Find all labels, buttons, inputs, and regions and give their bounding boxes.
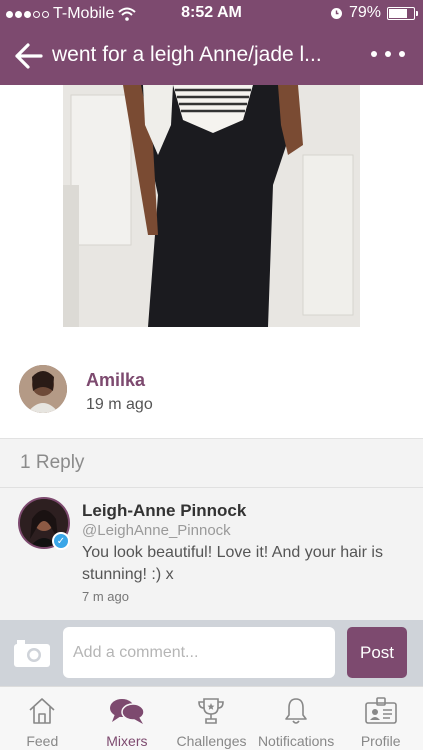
reply-author-handle[interactable]: @LeighAnne_Pinnock xyxy=(82,522,231,539)
camera-icon[interactable] xyxy=(13,638,51,668)
bell-icon xyxy=(285,698,307,724)
battery-percent: 79% xyxy=(348,4,381,21)
battery-icon xyxy=(387,6,418,20)
author-name[interactable]: Amilka xyxy=(86,370,145,391)
reply-time: 7 m ago xyxy=(82,589,129,604)
author-avatar[interactable] xyxy=(19,365,67,413)
tab-label: Notifications xyxy=(257,733,335,749)
alarm-icon xyxy=(330,7,342,19)
tab-label: Feed xyxy=(26,733,59,749)
header: T-Mobile 8:52 AM 79% went for a leigh An… xyxy=(0,0,423,85)
tab-notifications[interactable]: Notifications xyxy=(254,687,339,750)
chat-bubbles-icon xyxy=(109,699,145,724)
post-author: Amilka 19 m ago xyxy=(0,355,423,425)
tab-bar: Feed Mixers Challenges Notifications Pro… xyxy=(0,686,423,750)
nav-bar: went for a leigh Anne/jade l... xyxy=(0,30,423,82)
page-title: went for a leigh Anne/jade l... xyxy=(52,43,322,66)
reply-author-name[interactable]: Leigh-Anne Pinnock xyxy=(82,501,246,521)
replies-section: 1 Reply ✓ Leigh-Anne Pinnock @LeighAnne_… xyxy=(0,438,423,620)
back-button[interactable] xyxy=(12,40,44,72)
reply-text: You look beautiful! Love it! And your ha… xyxy=(82,544,383,583)
reply-count: 1 Reply xyxy=(20,452,85,473)
verified-badge-icon: ✓ xyxy=(52,532,70,550)
post-photo[interactable] xyxy=(63,85,360,327)
more-button[interactable] xyxy=(371,42,405,66)
tab-mixers[interactable]: Mixers xyxy=(85,687,170,750)
tab-profile[interactable]: Profile xyxy=(338,687,423,750)
status-bar: T-Mobile 8:52 AM 79% xyxy=(0,0,423,28)
trophy-icon xyxy=(198,698,225,724)
post-button[interactable]: Post xyxy=(347,627,407,678)
screen: T-Mobile 8:52 AM 79% went for a leigh An… xyxy=(0,0,423,750)
tab-label: Profile xyxy=(360,733,401,749)
tab-label: Mixers xyxy=(106,733,148,749)
home-icon xyxy=(29,698,55,724)
tab-challenges[interactable]: Challenges xyxy=(169,687,254,750)
status-right: 79% xyxy=(330,4,418,22)
tab-feed[interactable]: Feed xyxy=(0,687,85,750)
post-time: 19 m ago xyxy=(86,396,153,413)
tab-label: Challenges xyxy=(176,733,247,749)
divider xyxy=(0,487,423,488)
comment-composer: Post xyxy=(0,620,423,686)
profile-card-icon xyxy=(364,697,397,724)
comment-input[interactable] xyxy=(63,627,335,678)
